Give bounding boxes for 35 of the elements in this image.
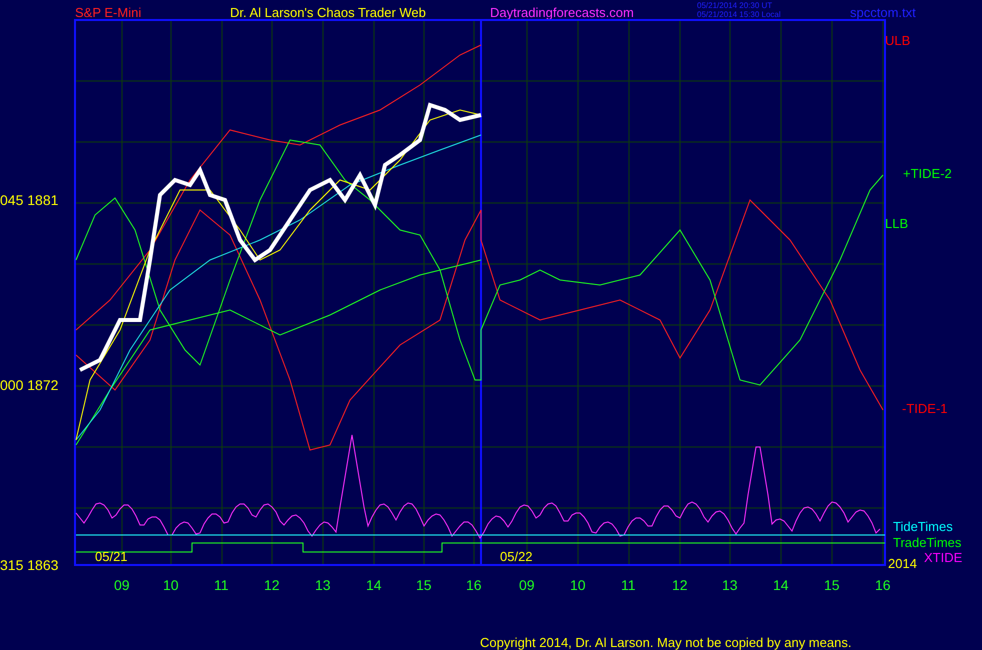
price-label: 315 1863	[0, 557, 58, 573]
instrument-name: S&P E-Mini	[75, 5, 142, 20]
hour-label: 15	[824, 577, 840, 593]
hour-label: 13	[315, 577, 331, 593]
curve-label: -TIDE-1	[902, 401, 948, 416]
curve-label: +TIDE-2	[903, 166, 952, 181]
site-title: Dr. Al Larson's Chaos Trader Web	[230, 5, 426, 20]
curve-label: TradeTimes	[893, 535, 962, 550]
hour-label: 14	[366, 577, 382, 593]
hour-label: 10	[163, 577, 179, 593]
hour-label: 13	[722, 577, 738, 593]
curve-label: ULB	[885, 33, 910, 48]
hour-label: 14	[773, 577, 789, 593]
file-name: spcctom.txt	[850, 5, 916, 20]
hour-label: 15	[416, 577, 432, 593]
timestamp: 05/21/2014 15:30 Local	[697, 10, 781, 19]
hour-label: 11	[621, 577, 636, 593]
hour-label: 12	[264, 577, 280, 593]
price-label: 045 1881	[0, 192, 58, 208]
hour-label: 10	[570, 577, 586, 593]
hour-label: 09	[114, 577, 130, 593]
hour-label: 09	[519, 577, 535, 593]
date-label: 05/22	[500, 549, 533, 564]
curve-label: XTIDE	[924, 550, 962, 565]
hour-label: 16	[875, 577, 891, 593]
curve-label: TideTimes	[893, 519, 953, 534]
year-label: 2014	[888, 556, 917, 571]
timestamp: 05/21/2014 20:30 UT	[697, 1, 772, 10]
date-label: 05/21	[95, 549, 128, 564]
hour-label: 16	[466, 577, 482, 593]
copyright-notice: Copyright 2014, Dr. Al Larson. May not be copied by any means.	[480, 635, 852, 650]
price-label: 000 1872	[0, 377, 58, 393]
hour-label: 11	[214, 577, 229, 593]
hour-label: 12	[672, 577, 688, 593]
curve-label: LLB	[885, 216, 908, 231]
